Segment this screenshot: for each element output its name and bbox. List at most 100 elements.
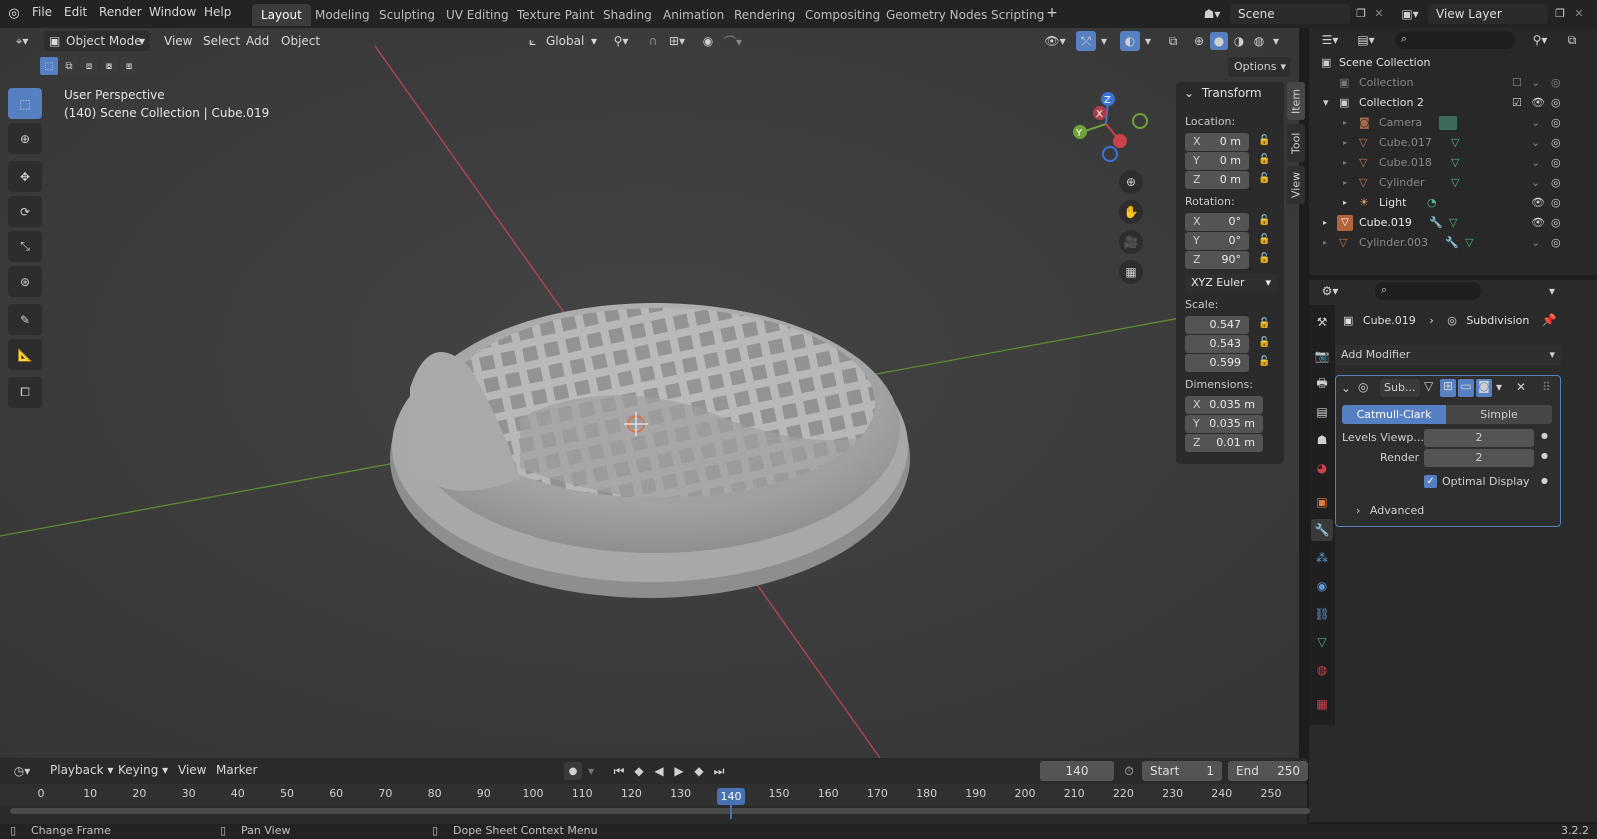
camera-render-icon[interactable]: ◎ [1551, 73, 1561, 93]
tab-uv-editing[interactable]: UV Editing [437, 4, 518, 26]
catmull-clark-button[interactable]: Catmull-Clark [1342, 405, 1446, 424]
scene-props-icon[interactable]: ☗ [1313, 431, 1331, 449]
expand-arrow-icon[interactable]: ▸ [1343, 173, 1347, 193]
location-y-field[interactable]: Y 0 m [1185, 152, 1249, 170]
tab-texture-paint[interactable]: Texture Paint [508, 4, 603, 26]
menu-render[interactable]: Render [99, 5, 142, 19]
pivot-icon[interactable]: ⚲▾ [608, 33, 634, 49]
eye-icon[interactable]: 👁 [1531, 193, 1545, 213]
outliner-row[interactable]: ▸ ▽ Cylinder ▽ ⌄ ◎ [1309, 173, 1597, 193]
tab-rendering[interactable]: Rendering [725, 4, 804, 26]
tab-shading[interactable]: Shading [594, 4, 661, 26]
camera-render-icon[interactable]: ◎ [1551, 153, 1561, 173]
overlays-icon[interactable]: ◐ [1120, 31, 1140, 51]
dimension-x-field[interactable]: X 0.035 m [1185, 396, 1263, 414]
menu-keying[interactable]: Keying ▾ [112, 760, 174, 780]
gizmo-dropdown-icon[interactable]: ▾ [1098, 33, 1110, 49]
view-layer-field[interactable]: View Layer [1428, 4, 1548, 24]
shading-material-icon[interactable]: ◑ [1230, 32, 1248, 50]
constraints-props-icon[interactable]: ⛓ [1313, 605, 1331, 623]
gizmo-icon[interactable]: ⤱ [1076, 31, 1096, 51]
eye-icon[interactable]: 👁 [1531, 213, 1545, 233]
outliner-row[interactable]: ▸ ▽ Cylinder.003 🔧 ▽ ⌄ ◎ [1309, 233, 1597, 253]
falloff-icon[interactable]: ⌒▾ [720, 33, 746, 49]
tool-measure[interactable]: 📐 [8, 339, 42, 370]
tool-settings-icon[interactable]: ⚒ [1313, 313, 1331, 331]
expand-arrow-icon[interactable]: ▸ [1323, 213, 1327, 233]
clock-icon[interactable]: ⏱ [1120, 762, 1138, 780]
blender-logo-icon[interactable]: ◎ [6, 5, 22, 21]
outliner-row[interactable]: ▸ ▽ Cube.018 ▽ ⌄ ◎ [1309, 153, 1597, 173]
oncage-toggle-icon[interactable]: ⊞ [1440, 379, 1456, 397]
tab-geometry-nodes[interactable]: Geometry Nodes [877, 4, 996, 26]
start-frame-field[interactable]: Start 1 [1142, 761, 1222, 781]
lock-icon[interactable]: 🔓 [1258, 318, 1272, 332]
eye-icon[interactable]: ⌄ [1531, 113, 1540, 133]
lock-icon[interactable]: 🔓 [1258, 253, 1272, 267]
tab-view[interactable]: View [1287, 166, 1305, 204]
outliner-row-selected[interactable]: ▸ ▽ Cube.019 🔧 ▽ 👁 ◎ [1309, 213, 1597, 233]
dimension-z-field[interactable]: Z 0.01 m [1185, 434, 1263, 452]
lock-icon[interactable]: 🔓 [1258, 154, 1272, 168]
scene-icon[interactable]: ☗▾ [1198, 5, 1226, 23]
add-workspace-icon[interactable]: + [1045, 5, 1059, 21]
select-intersect-icon[interactable]: ⧆ [120, 57, 138, 75]
timeline-scrollbar[interactable] [10, 808, 1310, 814]
navigation-gizmo[interactable]: Z Y X [1064, 88, 1150, 168]
transform-header[interactable]: ⌄ Transform [1184, 86, 1262, 100]
lock-icon[interactable]: 🔓 [1258, 356, 1272, 370]
object-mode-dropdown[interactable]: ▣ Object Mode ▾ [44, 31, 150, 51]
lock-icon[interactable]: 🔓 [1258, 173, 1272, 187]
camera-render-icon[interactable]: ◎ [1551, 213, 1561, 233]
close-scene-icon[interactable]: ✕ [1372, 5, 1386, 21]
tab-modeling[interactable]: Modeling [306, 4, 379, 26]
tab-animation[interactable]: Animation [654, 4, 733, 26]
menu-add[interactable]: Add [240, 31, 275, 51]
outliner-row[interactable]: ▸ ▽ Cube.017 ▽ ⌄ ◎ [1309, 133, 1597, 153]
particles-props-icon[interactable]: ⁂ [1313, 549, 1331, 567]
jump-end-icon[interactable]: ⏭ [710, 762, 728, 780]
data-props-icon[interactable]: ▽ [1313, 633, 1331, 651]
outliner-row[interactable]: ▸ ◙ Camera ⌄ ◎ [1309, 113, 1597, 133]
close-icon[interactable]: ✕ [1516, 380, 1526, 394]
expand-arrow-icon[interactable]: ▸ [1343, 153, 1347, 173]
frame-ruler[interactable] [0, 784, 1307, 806]
tab-sculpting[interactable]: Sculpting [370, 4, 444, 26]
zoom-icon[interactable]: ⊕ [1119, 170, 1143, 194]
menu-edit[interactable]: Edit [64, 5, 87, 19]
camera-render-icon[interactable]: ◎ [1551, 193, 1561, 213]
select-subtract-icon[interactable]: ⧈ [80, 57, 98, 75]
close-view-layer-icon[interactable]: ✕ [1572, 5, 1586, 21]
menu-marker[interactable]: Marker [210, 760, 263, 780]
editor-type-icon[interactable]: ⌖▾ [8, 33, 36, 49]
eye-icon[interactable]: ⌄ [1531, 173, 1540, 193]
dimension-y-field[interactable]: Y 0.035 m [1185, 415, 1263, 433]
shading-dropdown-icon[interactable]: ▾ [1270, 33, 1282, 49]
lock-icon[interactable]: 🔓 [1258, 215, 1272, 229]
camera-render-icon[interactable]: ◎ [1551, 113, 1561, 133]
shading-wireframe-icon[interactable]: ⊕ [1190, 32, 1208, 50]
menu-timeline-view[interactable]: View [172, 760, 212, 780]
pin-icon[interactable]: 📌 [1541, 312, 1557, 328]
checkbox-icon[interactable]: ☐ [1512, 73, 1522, 93]
next-keyframe-icon[interactable]: ◆ [690, 762, 708, 780]
record-icon[interactable]: ● [564, 762, 582, 780]
scale-y-field[interactable]: 0.543 [1185, 335, 1249, 353]
new-view-layer-icon[interactable]: ❐ [1552, 5, 1568, 21]
transform-orientation-dropdown[interactable]: ⟀ Global ▾ [524, 31, 602, 51]
viewport-toggle-icon[interactable]: ▭ [1458, 379, 1474, 397]
proportional-edit-icon[interactable]: ◉ [700, 33, 716, 49]
current-frame-field[interactable]: 140 [1040, 761, 1114, 781]
tab-item[interactable]: Item [1287, 82, 1305, 120]
world-props-icon[interactable]: ◕ [1313, 459, 1331, 477]
tab-tool[interactable]: Tool [1287, 124, 1305, 162]
tab-layout[interactable]: Layout [252, 4, 311, 26]
editmode-toggle-icon[interactable]: ▽ [1424, 379, 1438, 397]
lock-icon[interactable]: 🔓 [1258, 135, 1272, 149]
keyframe-dot-icon[interactable]: ● [1541, 451, 1548, 460]
scene-field[interactable]: Scene [1230, 4, 1350, 24]
collapse-chevron-icon[interactable]: ⌄ [1341, 381, 1351, 395]
filter-icon[interactable]: ⚲▾ [1527, 31, 1553, 49]
menu-file[interactable]: File [32, 5, 52, 19]
select-invert-icon[interactable]: ⧇ [100, 57, 118, 75]
